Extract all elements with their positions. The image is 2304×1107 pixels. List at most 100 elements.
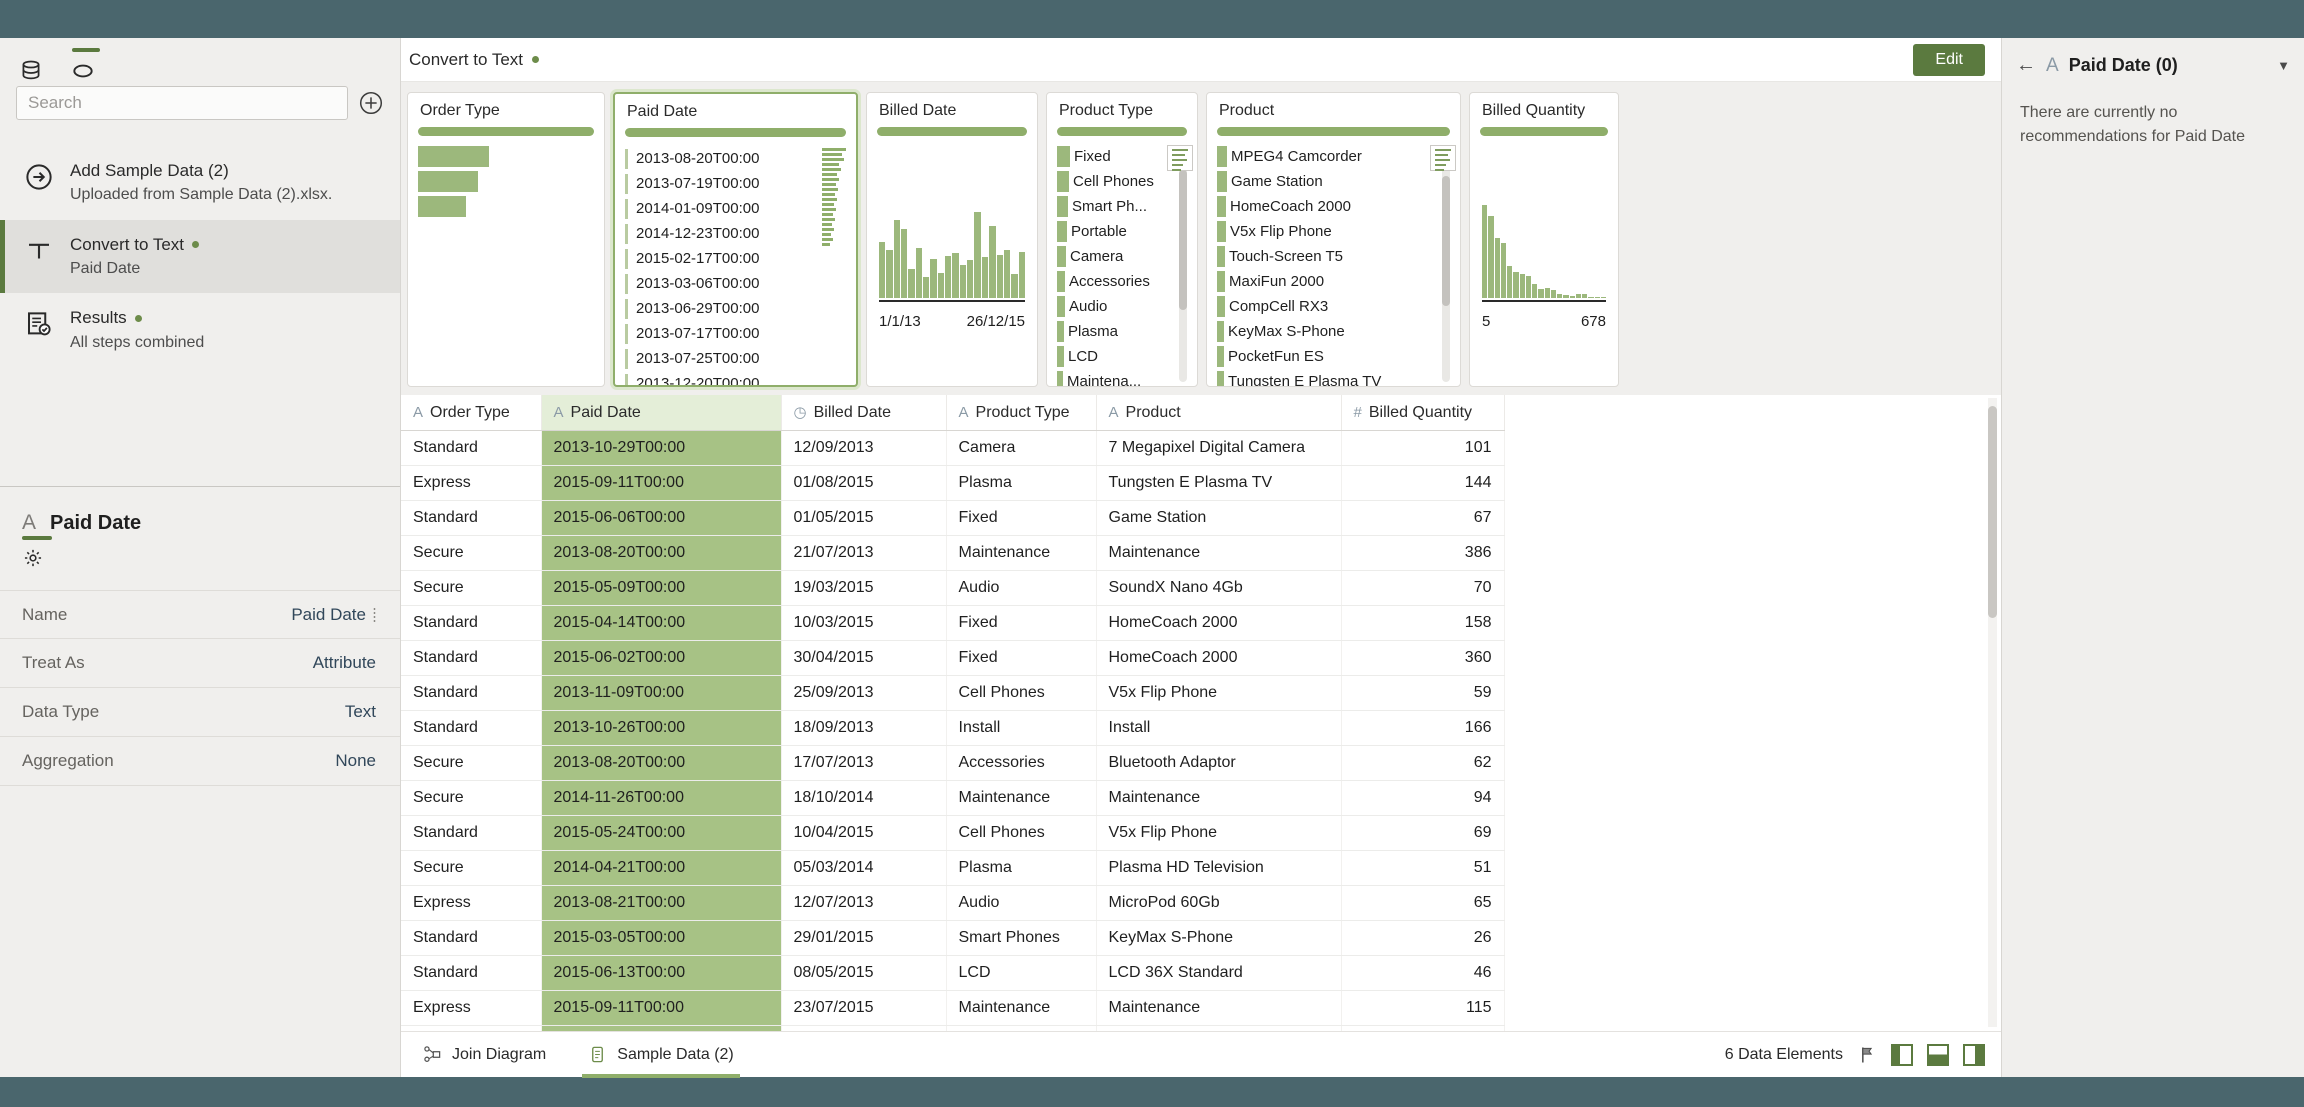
table-cell[interactable]: HomeCoach 2000 bbox=[1096, 605, 1342, 641]
chevron-down-icon[interactable]: ▼ bbox=[2277, 58, 2290, 73]
add-step-icon[interactable] bbox=[358, 90, 384, 116]
table-cell[interactable]: 67 bbox=[1341, 500, 1505, 536]
table-cell[interactable]: V5x Flip Phone bbox=[1096, 815, 1342, 851]
list-item[interactable]: LCD bbox=[1057, 344, 1197, 369]
table-row[interactable]: Secure 2013-08-20T00:00 17/07/2013 Accessor… bbox=[401, 745, 1505, 781]
profile-card-product-type[interactable]: Product Type Fixed Cell Phones Smart Ph.… bbox=[1046, 92, 1198, 387]
table-cell[interactable]: 30/04/2015 bbox=[781, 640, 947, 676]
property-value[interactable]: Attribute bbox=[313, 653, 376, 673]
table-cell[interactable]: Install bbox=[1096, 710, 1342, 746]
table-cell[interactable]: 70 bbox=[1341, 570, 1505, 606]
list-item[interactable]: MaxiFun 2000 bbox=[1217, 269, 1460, 294]
table-cell[interactable]: Audio bbox=[946, 885, 1097, 921]
table-cell[interactable]: 360 bbox=[1341, 640, 1505, 676]
arrow-left-icon[interactable]: ← bbox=[2016, 54, 2036, 77]
column-header-billed-date[interactable]: ◷ Billed Date bbox=[781, 395, 947, 431]
table-row[interactable]: Express 2015-09-11T00:00 01/08/2015 Plasma T… bbox=[401, 465, 1505, 501]
table-cell[interactable]: Plasma bbox=[946, 465, 1097, 501]
list-item[interactable]: MPEG4 Camcorder bbox=[1217, 144, 1460, 169]
scrollbar-thumb[interactable] bbox=[1988, 406, 1997, 618]
property-value[interactable]: None bbox=[335, 751, 376, 771]
list-item[interactable]: Accessories bbox=[1057, 269, 1197, 294]
table-cell[interactable]: Standard bbox=[401, 815, 542, 851]
table-cell[interactable]: 18/10/2014 bbox=[781, 780, 947, 816]
table-cell[interactable]: 21/07/2013 bbox=[781, 535, 947, 571]
table-cell[interactable]: MicroPod 60Gb bbox=[1096, 885, 1342, 921]
table-cell[interactable]: Express bbox=[401, 465, 542, 501]
table-cell[interactable]: 46 bbox=[1341, 955, 1505, 991]
column-header-paid-date[interactable]: A Paid Date bbox=[541, 395, 782, 431]
table-cell[interactable]: SoundX Nano 4Gb bbox=[1096, 570, 1342, 606]
profile-card-order-type[interactable]: Order Type Secure Standard bbox=[407, 92, 605, 387]
layout-right-icon[interactable] bbox=[1963, 1043, 1985, 1066]
table-cell[interactable]: Maintenance bbox=[946, 535, 1097, 571]
layout-split-icon[interactable] bbox=[1927, 1043, 1949, 1066]
list-item[interactable]: Smart Ph... bbox=[1057, 194, 1197, 219]
table-cell[interactable]: Cell Phones bbox=[946, 675, 1097, 711]
table-cell[interactable]: V5x Flip Phone bbox=[1096, 675, 1342, 711]
tab-sample-data[interactable]: Sample Data (2) bbox=[582, 1032, 740, 1078]
table-cell[interactable]: Standard bbox=[401, 605, 542, 641]
table-cell[interactable]: 2013-10-26T00:00 bbox=[541, 710, 782, 746]
table-cell[interactable]: 2013-08-21T00:00 bbox=[541, 885, 782, 921]
table-cell[interactable]: 115 bbox=[1341, 990, 1505, 1026]
table-cell[interactable]: 158 bbox=[1341, 605, 1505, 641]
list-item[interactable]: 2013-07-25T00:00 bbox=[625, 346, 856, 371]
gear-icon[interactable] bbox=[22, 547, 44, 569]
table-cell[interactable]: Accessories bbox=[946, 745, 1097, 781]
column-header-order-type[interactable]: A Order Type bbox=[401, 395, 542, 431]
layout-left-icon[interactable] bbox=[1891, 1043, 1913, 1066]
table-row[interactable]: Secure 2014-11-26T00:00 18/10/2014 Maintena… bbox=[401, 780, 1505, 816]
property-row-aggregation[interactable]: Aggregation None bbox=[0, 737, 400, 786]
property-row-data-type[interactable]: Data Type Text bbox=[0, 688, 400, 737]
table-cell[interactable]: 08/05/2015 bbox=[781, 955, 947, 991]
table-cell[interactable]: Standard bbox=[401, 500, 542, 536]
table-cell[interactable]: 12/07/2013 bbox=[781, 885, 947, 921]
table-row[interactable]: Standard 2015-06-13T00:00 08/05/2015 LCD LCD… bbox=[401, 955, 1505, 991]
table-cell[interactable]: Camera bbox=[946, 430, 1097, 466]
list-item[interactable]: Secure bbox=[418, 144, 604, 169]
table-cell[interactable]: 2015-06-13T00:00 bbox=[541, 955, 782, 991]
table-cell[interactable]: Tungsten E Plasma TV bbox=[1096, 465, 1342, 501]
list-item[interactable]: V5x Flip Phone bbox=[1217, 219, 1460, 244]
table-cell[interactable]: Maintenance bbox=[946, 780, 1097, 816]
table-cell[interactable]: 10/04/2015 bbox=[781, 815, 947, 851]
table-cell[interactable]: Secure bbox=[401, 850, 542, 886]
column-header-product[interactable]: A Product bbox=[1096, 395, 1342, 431]
table-cell[interactable]: Express bbox=[401, 990, 542, 1026]
table-cell[interactable]: 2015-09-11T00:00 bbox=[541, 990, 782, 1026]
tab-join-diagram[interactable]: Join Diagram bbox=[417, 1032, 552, 1078]
table-cell[interactable]: 2015-03-05T00:00 bbox=[541, 920, 782, 956]
list-item[interactable]: 2013-03-06T00:00 bbox=[625, 271, 856, 296]
table-cell[interactable]: Maintenance bbox=[1096, 990, 1342, 1026]
field-settings-tab[interactable] bbox=[22, 536, 52, 574]
table-row[interactable]: Standard 2015-03-05T00:00 29/01/2015 Smart … bbox=[401, 920, 1505, 956]
table-row[interactable]: Standard 2013-11-09T00:00 25/09/2013 Cell P… bbox=[401, 675, 1505, 711]
table-cell[interactable]: 65 bbox=[1341, 885, 1505, 921]
list-item[interactable]: 2013-06-29T00:00 bbox=[625, 296, 856, 321]
table-cell[interactable]: Bluetooth Adaptor bbox=[1096, 745, 1342, 781]
list-item[interactable]: CompCell RX3 bbox=[1217, 294, 1460, 319]
table-cell[interactable]: 386 bbox=[1341, 535, 1505, 571]
table-row[interactable]: Secure 2013-08-20T00:00 21/07/2013 Maintena… bbox=[401, 535, 1505, 571]
table-row[interactable]: Standard 2015-04-14T00:00 10/03/2015 Fixed H… bbox=[401, 605, 1505, 641]
table-cell[interactable]: Cell Phones bbox=[946, 815, 1097, 851]
table-cell[interactable]: 01/05/2015 bbox=[781, 500, 947, 536]
list-item[interactable]: 2015-02-17T00:00 bbox=[625, 246, 856, 271]
table-cell[interactable]: 51 bbox=[1341, 850, 1505, 886]
table-cell[interactable]: Plasma bbox=[946, 850, 1097, 886]
table-cell[interactable]: 144 bbox=[1341, 465, 1505, 501]
table-cell[interactable]: 62 bbox=[1341, 745, 1505, 781]
table-cell[interactable]: 05/03/2014 bbox=[781, 850, 947, 886]
list-item[interactable]: HomeCoach 2000 bbox=[1217, 194, 1460, 219]
table-cell[interactable]: Maintenance bbox=[1096, 780, 1342, 816]
table-cell[interactable]: Install bbox=[946, 710, 1097, 746]
table-cell[interactable]: 94 bbox=[1341, 780, 1505, 816]
table-cell[interactable]: 2015-05-24T00:00 bbox=[541, 815, 782, 851]
table-cell[interactable]: Standard bbox=[401, 955, 542, 991]
connections-tab[interactable] bbox=[18, 48, 44, 89]
profile-card-billed-date[interactable]: Billed Date 1/1/13 26/12/15 bbox=[866, 92, 1038, 387]
table-cell[interactable]: Standard bbox=[401, 430, 542, 466]
scrollbar-thumb[interactable] bbox=[1442, 176, 1450, 306]
table-row[interactable]: Express 2015-09-11T00:00 23/07/2015 Mainten… bbox=[401, 990, 1505, 1026]
